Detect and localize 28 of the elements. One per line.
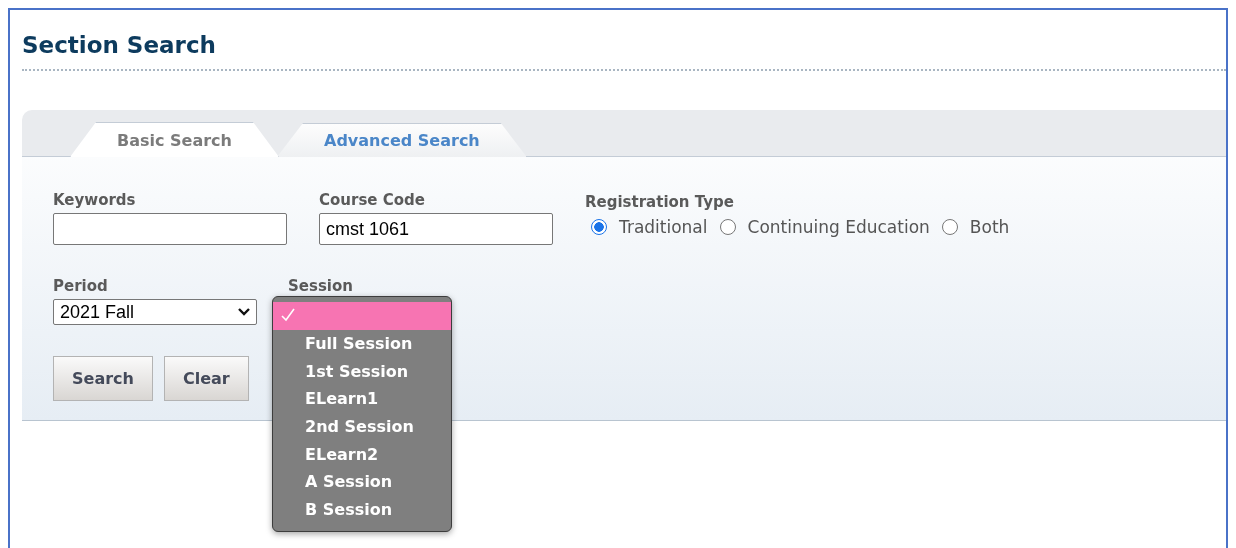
- field-label: Course Code: [319, 191, 426, 211]
- menu-option[interactable]: B Session: [273, 495, 451, 524]
- field-label: Session: [288, 277, 353, 297]
- chevron-down-icon: [238, 308, 250, 316]
- radio-button[interactable]: [941, 219, 958, 235]
- tab[interactable]: Advanced Search: [277, 123, 527, 157]
- page-title: Section Search: [22, 31, 217, 60]
- menu-option[interactable]: 1st Session: [273, 357, 451, 386]
- keywords-field[interactable]: [53, 213, 287, 245]
- menu-option[interactable]: Full Session: [273, 329, 451, 358]
- tab[interactable]: Basic Search: [70, 122, 279, 157]
- radio-label: Traditional: [619, 217, 708, 237]
- radio-label: Continuing Education: [747, 217, 930, 237]
- radio-button[interactable]: [719, 219, 736, 235]
- field-label: Period: [53, 277, 109, 297]
- menu-option[interactable]: A Session: [273, 468, 451, 496]
- search-button[interactable]: Search: [53, 356, 153, 401]
- menu-option[interactable]: 2nd Session: [273, 412, 451, 441]
- menu-option[interactable]: ELearn2: [273, 440, 451, 469]
- field-label: Keywords: [53, 191, 137, 211]
- clear-button[interactable]: Clear: [163, 356, 249, 401]
- radio-label: Both: [969, 217, 1010, 237]
- course-code-field[interactable]: cmst 1061: [319, 213, 553, 245]
- menu-option[interactable]: ELearn1: [273, 385, 451, 413]
- field-label: Registration Type: [585, 193, 735, 213]
- radio-button[interactable]: [591, 219, 607, 235]
- period-select[interactable]: 2021 Fall: [53, 299, 257, 325]
- checkmark-icon: [281, 308, 295, 322]
